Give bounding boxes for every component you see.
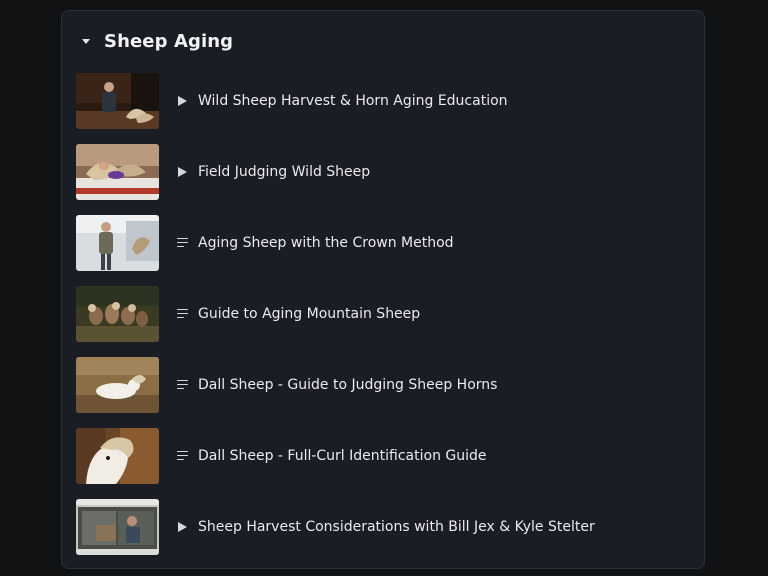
lesson-title[interactable]: Sheep Harvest Considerations with Bill J… (198, 519, 595, 535)
lesson-item[interactable]: Field Judging Wild Sheep (76, 143, 696, 200)
section-title: Sheep Aging (104, 30, 234, 52)
lesson-title[interactable]: Guide to Aging Mountain Sheep (198, 306, 420, 322)
play-icon (176, 165, 188, 179)
lesson-thumbnail[interactable] (76, 143, 159, 200)
lesson-title[interactable]: Dall Sheep - Guide to Judging Sheep Horn… (198, 377, 497, 393)
lesson-item[interactable]: Dall Sheep - Full-Curl Identification Gu… (76, 427, 696, 484)
lesson-title[interactable]: Dall Sheep - Full-Curl Identification Gu… (198, 448, 487, 464)
lesson-item[interactable]: Wild Sheep Harvest & Horn Aging Educatio… (76, 72, 696, 129)
lesson-thumbnail[interactable] (76, 214, 159, 271)
course-section-card: Sheep Aging Wild Sheep Harvest & Horn Ag… (61, 10, 705, 569)
lesson-item[interactable]: Guide to Aging Mountain Sheep (76, 285, 696, 342)
lesson-title[interactable]: Field Judging Wild Sheep (198, 164, 370, 180)
lesson-title[interactable]: Wild Sheep Harvest & Horn Aging Educatio… (198, 93, 508, 109)
lesson-item[interactable]: Sheep Harvest Considerations with Bill J… (76, 498, 696, 555)
lesson-thumbnail[interactable] (76, 72, 159, 129)
lesson-item[interactable]: Aging Sheep with the Crown Method (76, 214, 696, 271)
play-icon (176, 94, 188, 108)
lesson-thumbnail[interactable] (76, 498, 159, 555)
article-icon (176, 307, 188, 321)
article-icon (176, 236, 188, 250)
article-icon (176, 449, 188, 463)
section-header[interactable]: Sheep Aging (82, 28, 233, 54)
lesson-item[interactable]: Dall Sheep - Guide to Judging Sheep Horn… (76, 356, 696, 413)
caret-down-icon[interactable] (82, 39, 90, 44)
lesson-thumbnail[interactable] (76, 356, 159, 413)
article-icon (176, 378, 188, 392)
lesson-thumbnail[interactable] (76, 285, 159, 342)
lesson-title[interactable]: Aging Sheep with the Crown Method (198, 235, 454, 251)
play-icon (176, 520, 188, 534)
lesson-list: Wild Sheep Harvest & Horn Aging Educatio… (76, 72, 696, 569)
lesson-thumbnail[interactable] (76, 427, 159, 484)
